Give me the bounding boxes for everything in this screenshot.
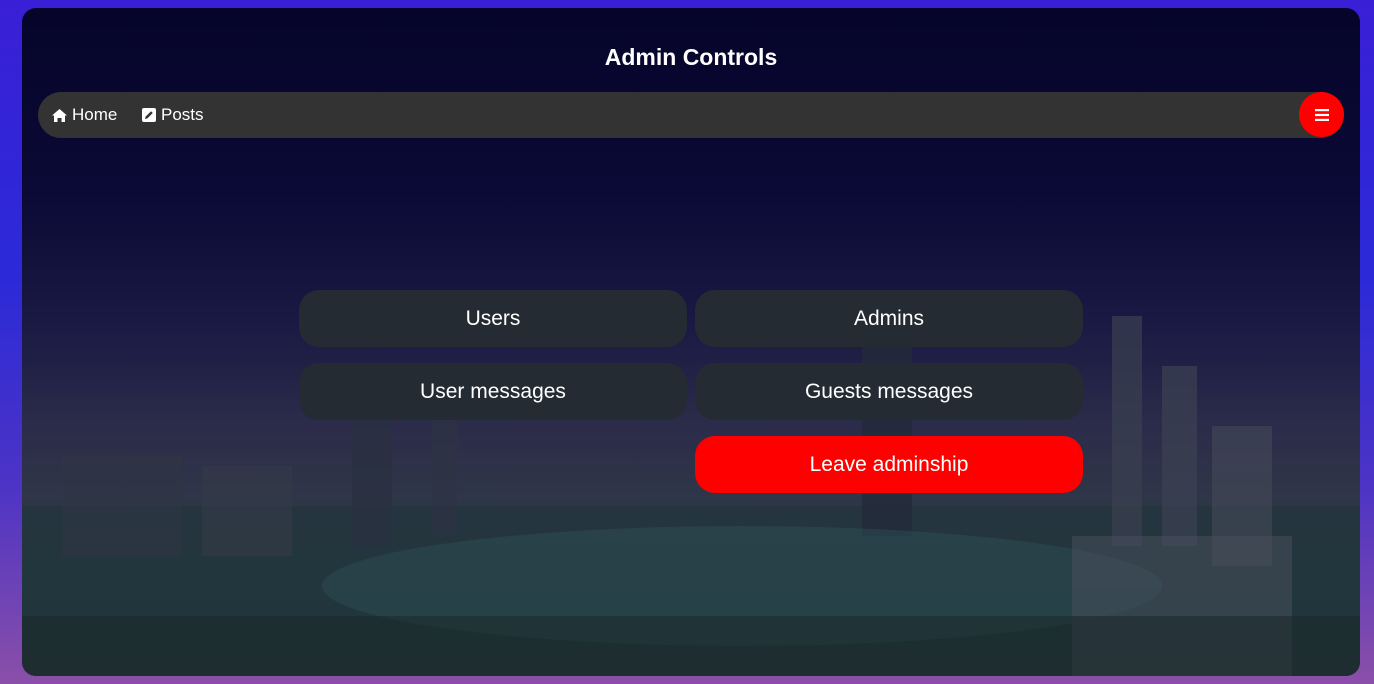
users-button[interactable]: Users bbox=[299, 290, 687, 347]
edit-icon bbox=[142, 108, 156, 122]
page-title: Admin Controls bbox=[604, 44, 778, 70]
city-skyline-image bbox=[22, 316, 1360, 676]
nav-item-label: Posts bbox=[161, 105, 204, 124]
guests-messages-button[interactable]: Guests messages bbox=[695, 363, 1083, 420]
nav-item-posts[interactable]: Posts bbox=[142, 92, 204, 138]
navbar: Home Posts bbox=[38, 92, 1344, 138]
leave-adminship-button[interactable]: Leave adminship bbox=[695, 436, 1083, 493]
home-icon bbox=[52, 108, 67, 122]
nav-item-label: Home bbox=[72, 105, 118, 124]
menu-button[interactable] bbox=[1299, 92, 1344, 137]
user-messages-button[interactable]: User messages bbox=[299, 363, 687, 420]
admin-panel: Admin Controls Home Posts Users Admins U… bbox=[22, 8, 1360, 676]
nav-item-home[interactable]: Home bbox=[52, 92, 117, 138]
hamburger-menu-icon bbox=[1314, 108, 1329, 121]
admins-button[interactable]: Admins bbox=[695, 290, 1083, 347]
